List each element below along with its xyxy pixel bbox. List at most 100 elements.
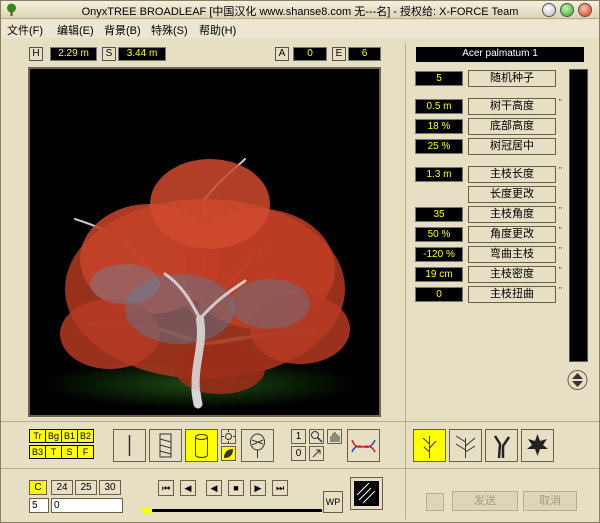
leaf-toggle-button[interactable] [221, 446, 236, 461]
toggle-background[interactable]: Bg [45, 429, 62, 443]
param-value[interactable]: 0 [415, 287, 463, 302]
last-frame-button[interactable]: ⏭ [272, 480, 288, 496]
grid-button[interactable] [426, 493, 444, 511]
pan-button[interactable] [327, 429, 342, 444]
frame-30[interactable]: 30 [99, 480, 121, 495]
trunk-icon [493, 435, 511, 459]
first-frame-button[interactable]: ⏮ [158, 480, 174, 496]
quote-mark: " [559, 166, 562, 175]
branch-length-button[interactable]: 主枝长度 [468, 166, 556, 183]
cancel-button[interactable]: 取消 [523, 491, 577, 511]
zoom-button[interactable] [309, 429, 324, 444]
app-window: OnyxTREE BROADLEAF [中国汉化 www.shanse8.com… [0, 0, 600, 523]
leaf-icon [224, 449, 233, 458]
param-value[interactable]: 50 % [415, 227, 463, 242]
frame-current[interactable]: C [29, 480, 47, 495]
height-tag: H [29, 47, 43, 61]
base-height-button[interactable]: 底部高度 [468, 118, 556, 135]
rotate-icon [312, 449, 321, 458]
toggle-branch2[interactable]: B2 [77, 429, 94, 443]
e-value: 6 [348, 47, 381, 61]
height-value: 2.29 m [50, 47, 97, 61]
menu-help[interactable]: 帮助(H) [199, 22, 236, 38]
counter-bottom[interactable]: 0 [291, 446, 306, 461]
maximize-button[interactable] [560, 3, 574, 17]
divider [1, 421, 405, 422]
toggle-shadow[interactable]: S [61, 445, 78, 459]
sapling-icon [422, 436, 437, 458]
step-forward-button[interactable]: ▶ [250, 480, 266, 496]
toggle-branch1[interactable]: B1 [61, 429, 78, 443]
dna-button[interactable] [347, 429, 380, 462]
param-value[interactable]: -120 % [415, 247, 463, 262]
minimize-button[interactable] [542, 3, 556, 17]
trunk-height-button[interactable]: 树干高度 [468, 98, 556, 115]
bark-tool-button[interactable] [149, 429, 182, 462]
close-button[interactable] [578, 3, 592, 17]
step-back-button[interactable]: ◀ [206, 480, 222, 496]
menu-background[interactable]: 背景(B) [104, 22, 141, 38]
species-name[interactable]: Acer palmatum 1 [416, 47, 584, 62]
a-value: 0 [293, 47, 327, 61]
toggle-twigs[interactable]: T [45, 445, 62, 459]
spread-value: 3.44 m [118, 47, 166, 61]
param-value[interactable]: 35 [415, 207, 463, 222]
cylinder-icon [195, 434, 208, 458]
panel-divider [405, 43, 406, 519]
tree-young-button[interactable] [413, 429, 446, 462]
window-title: OnyxTREE BROADLEAF [中国汉化 www.shanse8.com… [81, 6, 519, 18]
frame-25[interactable]: 25 [75, 480, 97, 495]
menu-edit[interactable]: 编辑(E) [57, 22, 94, 38]
magnifier-icon [311, 431, 323, 443]
branch-density-button[interactable]: 主枝密度 [468, 266, 556, 283]
branch-angle-button[interactable]: 主枝角度 [468, 206, 556, 223]
toggle-branch3[interactable]: B3 [29, 445, 46, 459]
timeline-bar[interactable] [142, 509, 322, 512]
tree-branches-button[interactable] [449, 429, 482, 462]
quote-mark: " [559, 98, 562, 107]
param-value[interactable]: 5 [415, 71, 463, 86]
wp-button[interactable]: WP [323, 491, 343, 513]
param-value[interactable]: 18 % [415, 119, 463, 134]
menu-special[interactable]: 特殊(S) [151, 22, 188, 38]
trunk-tool-button[interactable] [113, 429, 146, 462]
title-bar: OnyxTREE BROADLEAF [中国汉化 www.shanse8.com… [1, 1, 599, 19]
tree-render-icon [40, 158, 360, 409]
frame-field-b[interactable]: 0 [51, 498, 123, 513]
divider [406, 421, 599, 422]
crown-tool-button[interactable] [241, 429, 274, 462]
wind-button[interactable] [350, 477, 383, 510]
timeline-handle[interactable] [142, 508, 152, 513]
counter-top[interactable]: 1 [291, 429, 306, 444]
prev-button[interactable]: ◀ [180, 480, 196, 496]
angle-change-button[interactable]: 角度更改 [468, 226, 556, 243]
vertical-slider[interactable] [569, 69, 588, 362]
length-change-button[interactable]: 长度更改 [468, 186, 556, 203]
cylinder-tool-button[interactable] [185, 429, 218, 462]
tree-viewport[interactable] [28, 67, 381, 417]
crown-center-button[interactable]: 树冠居中 [468, 138, 556, 155]
updown-arrow-icon[interactable] [567, 369, 588, 391]
random-seed-button[interactable]: 随机种子 [468, 70, 556, 87]
leaf-button[interactable] [521, 429, 554, 462]
wind-icon [354, 481, 379, 506]
toggle-trunk[interactable]: Tr [29, 429, 46, 443]
toggle-foliage[interactable]: F [77, 445, 94, 459]
menu-bar: 文件(F) 编辑(E) 背景(B) 特殊(S) 帮助(H) [1, 20, 599, 38]
stop-button[interactable]: ■ [228, 480, 244, 496]
send-button[interactable]: 发送 [452, 491, 518, 511]
param-value[interactable]: 0.5 m [415, 99, 463, 114]
param-value[interactable]: 25 % [415, 139, 463, 154]
light-button[interactable] [221, 429, 236, 444]
branch-twist-button[interactable]: 主枝扭曲 [468, 286, 556, 303]
frame-field-a[interactable]: 5 [29, 498, 49, 513]
param-value[interactable]: 1.3 m [415, 167, 463, 182]
tree-trunk-button[interactable] [485, 429, 518, 462]
rotate-button[interactable] [309, 446, 324, 461]
menu-file[interactable]: 文件(F) [7, 22, 43, 38]
sun-icon [222, 430, 235, 443]
param-value[interactable]: 19 cm [415, 267, 463, 282]
bend-branch-button[interactable]: 弯曲主枝 [468, 246, 556, 263]
a-tag: A [275, 47, 289, 61]
frame-24[interactable]: 24 [51, 480, 73, 495]
